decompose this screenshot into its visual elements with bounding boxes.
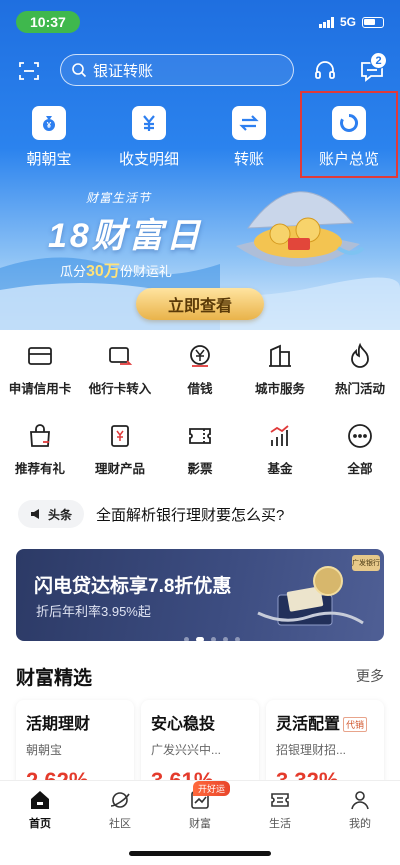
service-movie-tickets[interactable]: 影票 xyxy=(160,422,240,477)
wealth-card[interactable]: 活期理财 朝朝宝 2.62% xyxy=(16,700,134,793)
headline-tag: 头条 xyxy=(18,500,84,528)
status-bar: 10:37 5G xyxy=(16,10,384,34)
quick-action-transfer[interactable]: 转账 xyxy=(204,100,294,169)
card-title: 活期理财 xyxy=(26,716,91,733)
banner-subtitle: 瓜分30万份财运礼 xyxy=(60,263,172,280)
banner-title: 18财富日 xyxy=(48,217,203,255)
service-label: 理财产品 xyxy=(94,462,145,476)
money-bag-icon: ¥ xyxy=(32,106,66,140)
headline-bar[interactable]: 头条 全面解析银行理财要怎么买? xyxy=(0,490,400,538)
status-indicators: 5G xyxy=(319,15,384,29)
tab-home[interactable]: 首页 xyxy=(0,789,80,831)
search-placeholder: 银证转账 xyxy=(93,62,154,80)
ticket-icon xyxy=(189,428,211,444)
tab-life[interactable]: 生活 xyxy=(240,789,320,831)
home-icon xyxy=(31,791,49,809)
quick-action-label: 转账 xyxy=(233,151,264,168)
customer-service-icon[interactable] xyxy=(313,59,337,83)
service-card-transfer-in[interactable]: 他行卡转入 xyxy=(80,342,160,397)
network-label: 5G xyxy=(339,15,356,29)
wealth-card[interactable]: 安心稳投 广发兴兴中... 3.61% xyxy=(141,700,259,793)
borrow-icon xyxy=(190,345,210,367)
service-label: 城市服务 xyxy=(254,382,305,396)
service-label: 热门活动 xyxy=(334,382,385,396)
wealth-title: 财富精选 xyxy=(16,668,93,689)
quick-action-zhaozhaobao[interactable]: ¥ 朝朝宝 xyxy=(4,100,94,169)
card-transfer-icon xyxy=(109,347,133,365)
gift-bag-icon xyxy=(30,424,50,447)
service-city[interactable]: 城市服务 xyxy=(240,342,320,397)
search-row: 银证转账 xyxy=(0,54,400,88)
card-tag: 代销 xyxy=(343,717,368,733)
quick-action-label: 朝朝宝 xyxy=(26,151,72,168)
service-label: 基金 xyxy=(267,462,293,476)
quick-action-statement[interactable]: 收支明细 xyxy=(104,100,194,169)
planet-icon xyxy=(110,792,130,808)
tab-wealth-badge: 开好运 xyxy=(193,781,231,796)
service-label: 他行卡转入 xyxy=(88,382,152,396)
home-indicator xyxy=(129,851,271,856)
wealth-section: 财富精选 更多 活期理财 朝朝宝 2.62% 安心稳投 广发兴兴中... 3.6… xyxy=(0,650,400,793)
wealth-more-link[interactable]: 更多 xyxy=(356,666,384,686)
transfer-icon xyxy=(232,106,266,140)
service-hot-events[interactable]: 热门活动 xyxy=(320,342,400,397)
flame-icon xyxy=(351,342,369,368)
quick-action-label: 收支明细 xyxy=(118,151,179,168)
promo-banner[interactable]: 闪电贷达标享7.8折优惠 折后年利率3.95%起 广发银行 xyxy=(16,549,384,641)
service-label: 推荐有礼 xyxy=(14,462,65,476)
svg-text:¥: ¥ xyxy=(47,121,52,130)
service-wealth-products[interactable]: 理财产品 xyxy=(80,422,160,477)
more-dots-icon xyxy=(348,424,372,448)
card-title: 灵活配置 代销 xyxy=(276,710,374,734)
battery-icon xyxy=(362,16,384,28)
scan-icon[interactable] xyxy=(18,60,40,82)
banner-small-title: 财富生活节 xyxy=(86,191,152,205)
promo-section: 闪电贷达标享7.8折优惠 折后年利率3.95%起 广发银行 xyxy=(0,538,400,650)
carousel-dots xyxy=(184,637,240,641)
message-badge: 2 xyxy=(370,52,387,69)
wealth-product-icon xyxy=(111,425,129,447)
card-subtitle: 招银理财招... xyxy=(276,743,347,757)
service-label: 影票 xyxy=(187,462,213,476)
service-funds[interactable]: 基金 xyxy=(240,422,320,477)
card-subtitle: 朝朝宝 xyxy=(26,743,63,757)
service-label: 全部 xyxy=(347,462,373,476)
service-all[interactable]: 全部 xyxy=(320,422,400,477)
highlight-annotation xyxy=(300,91,398,178)
chart-bars-icon xyxy=(270,425,289,446)
credit-card-icon xyxy=(28,347,52,365)
service-label: 申请信用卡 xyxy=(8,382,72,396)
status-time: 10:37 xyxy=(16,11,80,33)
signal-icon xyxy=(319,16,334,28)
tab-community[interactable]: 社区 xyxy=(80,789,160,831)
search-input[interactable]: 银证转账 xyxy=(60,54,294,86)
speaker-icon xyxy=(30,509,39,519)
service-borrow[interactable]: 借钱 xyxy=(160,342,240,397)
tab-mine[interactable]: 我的 xyxy=(320,789,400,831)
service-grid: 申请信用卡 他行卡转入 借钱 城市服务 热门活动 推荐有礼 理财产品 影票 基金… xyxy=(0,330,400,490)
city-building-icon xyxy=(269,344,291,367)
coin-box-illustration xyxy=(257,566,364,626)
service-apply-credit-card[interactable]: 申请信用卡 xyxy=(0,342,80,397)
yuan-icon xyxy=(132,106,166,140)
card-title: 安心稳投 xyxy=(151,716,216,733)
user-icon xyxy=(351,791,369,810)
banner-cta-button[interactable]: 立即查看 xyxy=(136,288,264,320)
search-icon xyxy=(72,63,87,78)
headline-text: 全面解析银行理财要怎么买? xyxy=(96,507,285,524)
ticket-life-icon xyxy=(271,793,289,807)
wealth-card[interactable]: 灵活配置代销 招银理财招... 3.32% xyxy=(266,700,384,793)
service-label: 借钱 xyxy=(187,382,213,396)
service-referral-gift[interactable]: 推荐有礼 xyxy=(0,422,80,477)
shell-treasure-illustration xyxy=(236,191,365,267)
card-subtitle: 广发兴兴中... xyxy=(151,743,222,757)
promo-subtitle: 折后年利率3.95%起 xyxy=(36,604,151,619)
promo-title: 闪电贷达标享7.8折优惠 xyxy=(34,576,232,597)
